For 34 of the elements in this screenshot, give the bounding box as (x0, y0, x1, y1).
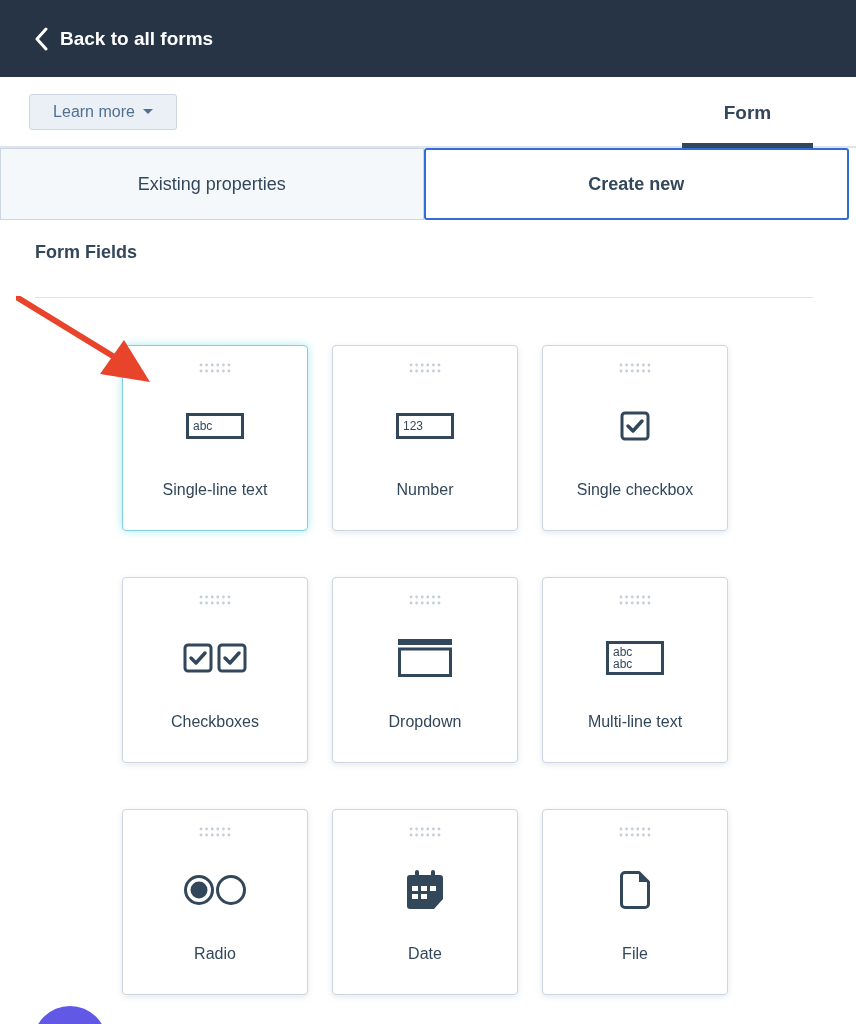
checkbox-icon (620, 411, 650, 441)
section-title: Form Fields (35, 242, 138, 263)
field-card[interactable]: Checkboxes (122, 577, 308, 763)
field-card[interactable]: Date (332, 809, 518, 995)
caret-icon (142, 108, 153, 115)
drag-handle-icon (408, 363, 442, 373)
radio-buttons-icon (183, 874, 247, 906)
drag-handle-icon (198, 827, 232, 837)
field-card[interactable]: File (542, 809, 728, 995)
drag-handle-icon (618, 595, 652, 605)
drag-handle-icon (618, 363, 652, 373)
file-icon (620, 871, 650, 909)
chevron-left-icon (34, 26, 48, 51)
drag-handle-icon (198, 363, 232, 373)
text-field-icon: abc abc (606, 641, 664, 675)
field-card[interactable]: abc abc Multi-line text (542, 577, 728, 763)
panel-tab[interactable]: Create new (423, 148, 849, 220)
drag-handle-icon (198, 595, 232, 605)
back-link[interactable]: Back to all forms (34, 26, 214, 51)
drag-handle-icon (408, 827, 442, 837)
field-card[interactable]: abc Single-line text (122, 345, 308, 531)
text-field-icon: abc (186, 413, 244, 439)
drag-handle-icon (618, 827, 652, 837)
text-field-icon: 123 (396, 413, 454, 439)
field-card[interactable]: Single checkbox (542, 345, 728, 531)
drag-handle-icon (408, 595, 442, 605)
field-card[interactable]: Dropdown (332, 577, 518, 763)
field-card[interactable]: 123 Number (332, 345, 518, 531)
field-card[interactable]: Radio (122, 809, 308, 995)
calendar-icon (406, 870, 444, 910)
dropdown-icon (398, 639, 452, 677)
learn-more-button[interactable]: Learn more (29, 93, 177, 130)
panel-tab[interactable]: Existing properties (0, 148, 424, 220)
checkboxes-icon (183, 643, 247, 673)
